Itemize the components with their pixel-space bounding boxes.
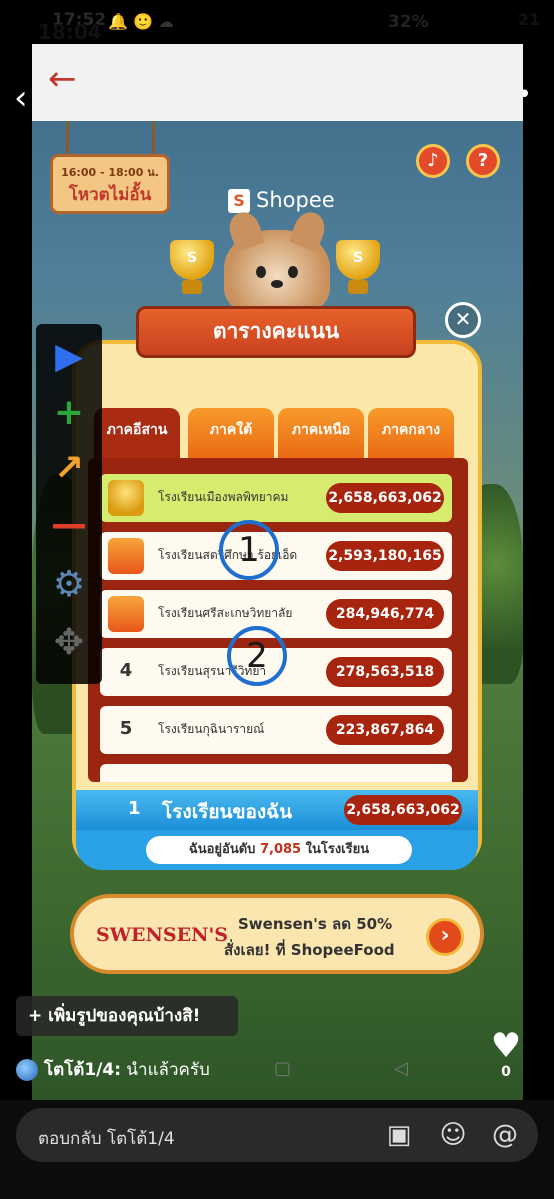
- comment: โตโต้1/4: นำแล้วครับ: [16, 1056, 210, 1083]
- popcorn-box-icon: [108, 596, 144, 632]
- tab-central[interactable]: ภาคกลาง: [368, 408, 454, 458]
- promo-sign: 16:00 - 18:00 น. โหวตไม่อั้น: [50, 154, 170, 214]
- close-icon[interactable]: ✕: [445, 302, 481, 338]
- gear-icon[interactable]: ⚙: [44, 560, 94, 610]
- like-count: 0: [501, 1064, 511, 1080]
- status-bar: 17:52 18:04 🔔 🙂 ☁ 32% 21: [0, 0, 554, 44]
- school-name: โรงเรียนกุฉินารายณ์: [158, 722, 265, 736]
- school-score: 284,946,774: [326, 599, 444, 629]
- my-position-number: 7,085: [259, 842, 302, 857]
- school-name: โรงเรียนศรีสะเกษวิทยาลัย: [158, 606, 293, 620]
- my-school-score: 2,658,663,062: [344, 795, 462, 825]
- sticker-icon[interactable]: ☺: [438, 1120, 468, 1150]
- back-arrow-icon[interactable]: ←: [48, 62, 77, 96]
- trophy-left-icon: S: [164, 240, 220, 298]
- tap-marker[interactable]: 1: [219, 520, 279, 580]
- tab-isan[interactable]: ภาคอีสาน: [94, 408, 180, 458]
- my-position-area: ฉันอยู่อันดับ 7,085 ในโรงเรียน: [76, 830, 478, 870]
- tab-south[interactable]: ภาคใต้: [188, 408, 274, 458]
- gold-trophy-icon: [108, 480, 144, 516]
- comment-text: นำแล้วครับ: [121, 1060, 210, 1080]
- battery-level: 21: [517, 10, 540, 29]
- ad-line1: Swensen's ลด 50%: [238, 915, 393, 933]
- battery-percent: 32%: [388, 12, 429, 32]
- plus-icon[interactable]: +: [44, 388, 94, 438]
- my-position: ฉันอยู่อันดับ 7,085 ในโรงเรียน: [146, 836, 412, 864]
- sign-rope: [152, 122, 155, 156]
- school-name: โรงเรียนเมืองพลพิทยาคม: [158, 490, 289, 504]
- ad-banner[interactable]: SWENSEN'S Swensen's ลด 50% สั่งเลย! ที่ …: [70, 894, 484, 974]
- add-photo-prompt[interactable]: + เพิ่มรูปของคุณบ้างสิ!: [16, 996, 238, 1036]
- ranking-row-partial[interactable]: [100, 764, 452, 782]
- nav-home-icon: ▢: [274, 1058, 292, 1079]
- ad-line2: สั่งเลย! ที่ ShopeeFood: [224, 941, 395, 959]
- notification-icons: 🔔 🙂 ☁: [108, 12, 175, 31]
- shopee-logo: S Shopee: [228, 188, 335, 213]
- rank-number: 5: [119, 718, 133, 739]
- leaderboard-title: ตารางคะแนน: [136, 306, 416, 358]
- play-icon[interactable]: ▶: [44, 332, 94, 382]
- dog-mascot: [224, 207, 330, 314]
- screenshot-header: ←: [32, 44, 523, 121]
- my-school-label: โรงเรียนของฉัน: [162, 801, 293, 823]
- ranking-row[interactable]: โรงเรียนศรีสะเกษวิทยาลัย 284,946,774: [100, 590, 452, 638]
- trophy-right-icon: S: [330, 240, 386, 298]
- help-button[interactable]: ?: [466, 144, 500, 178]
- shopee-bag-icon: S: [228, 189, 250, 213]
- mention-icon[interactable]: @: [490, 1120, 520, 1150]
- screen: 17:52 18:04 🔔 🙂 ☁ 32% 21 ‹ ••• ← 16:00 -…: [0, 0, 554, 1199]
- promo-title: โหวตไม่อั้น: [68, 185, 152, 205]
- ranking-list[interactable]: โรงเรียนเมืองพลพิทยาคม 2,658,663,062 โรง…: [88, 458, 468, 782]
- my-rank: 1: [128, 798, 141, 819]
- sign-rope: [66, 122, 69, 156]
- heart-icon[interactable]: ♥: [488, 1029, 524, 1063]
- school-score: 2,658,663,062: [326, 483, 444, 513]
- school-score: 223,867,864: [326, 715, 444, 745]
- rank-number: 4: [119, 660, 133, 681]
- status-time: 18:04: [38, 20, 102, 44]
- my-school-bar: 1 โรงเรียนของฉัน 2,658,663,062: [76, 790, 478, 830]
- promo-time: 16:00 - 18:00 น.: [61, 166, 159, 179]
- tab-north[interactable]: ภาคเหนือ: [278, 408, 364, 458]
- move-icon[interactable]: ✥: [44, 618, 94, 668]
- nav-back-icon: ◁: [394, 1058, 408, 1079]
- school-score: 278,563,518: [326, 657, 444, 687]
- ranking-row[interactable]: โรงเรียนเมืองพลพิทยาคม 2,658,663,062: [100, 474, 452, 522]
- school-score: 2,593,180,165: [326, 541, 444, 571]
- speaker-icon[interactable]: ♪: [416, 144, 450, 178]
- reply-bar: ตอบกลับ โตโต้1/4 ▣ ☺ @: [0, 1100, 554, 1199]
- shared-screenshot: ← 16:00 - 18:00 น. โหวตไม่อั้น ♪ ? S Shop…: [32, 44, 523, 1100]
- tap-marker[interactable]: 2: [227, 626, 287, 686]
- swensens-logo: SWENSEN'S: [96, 924, 229, 946]
- brand-name: Shopee: [256, 188, 335, 212]
- redo-arrow-icon[interactable]: ↗: [44, 444, 94, 494]
- image-icon[interactable]: ▣: [384, 1120, 414, 1150]
- chevron-right-icon[interactable]: ›: [426, 918, 464, 956]
- reply-input[interactable]: ตอบกลับ โตโต้1/4 ▣ ☺ @: [16, 1108, 538, 1162]
- comment-author: โตโต้1/4:: [44, 1060, 122, 1080]
- avatar: [16, 1059, 38, 1081]
- reply-placeholder: ตอบกลับ โตโต้1/4: [38, 1129, 175, 1149]
- minus-icon[interactable]: —: [44, 500, 94, 550]
- ranking-row[interactable]: 5 โรงเรียนกุฉินารายณ์ 223,867,864: [100, 706, 452, 754]
- popcorn-box-icon: [108, 538, 144, 574]
- floating-toolbar: ▶ + ↗ — ⚙ ✥: [36, 324, 102, 684]
- viewer-back-icon[interactable]: ‹: [14, 78, 28, 118]
